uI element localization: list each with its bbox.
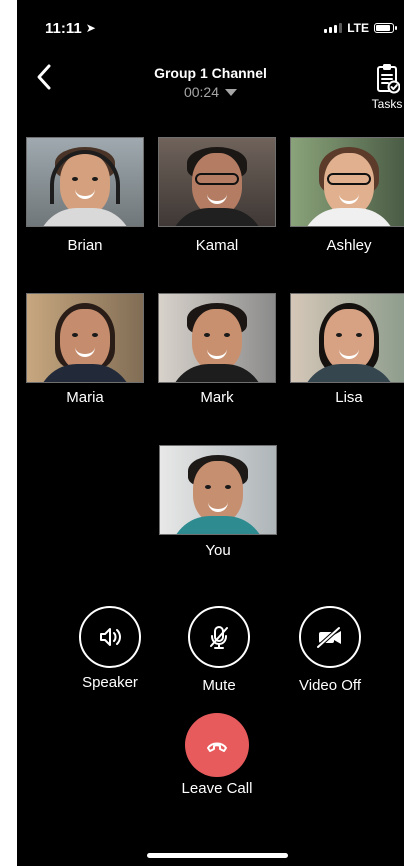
participant-tile-mark[interactable] bbox=[158, 293, 276, 383]
microphone-off-icon bbox=[210, 626, 228, 649]
participant-tile-ashley[interactable] bbox=[290, 137, 404, 227]
speaker-icon bbox=[100, 628, 121, 646]
participant-tile-kamal[interactable] bbox=[158, 137, 276, 227]
participant-name: Mark bbox=[200, 389, 234, 406]
mute-button[interactable] bbox=[188, 606, 250, 668]
participant-name: Ashley bbox=[326, 237, 372, 254]
chevron-down-icon bbox=[225, 89, 238, 96]
participant-tile-maria[interactable] bbox=[26, 293, 144, 383]
participant-tile-lisa[interactable] bbox=[290, 293, 404, 383]
battery-icon bbox=[374, 23, 397, 33]
participant-name: Maria bbox=[66, 389, 104, 406]
call-screen: 11:11➤ LTE Group 1 Channel 00:24 Tasks bbox=[17, 0, 404, 866]
participant-name: You bbox=[205, 542, 231, 559]
status-indicators: LTE bbox=[324, 21, 397, 35]
clipboard-check-icon bbox=[377, 64, 400, 94]
leave-call-label: Leave Call bbox=[181, 780, 253, 797]
participant-name: Lisa bbox=[335, 389, 363, 406]
cellular-signal-icon bbox=[324, 23, 343, 33]
self-video-tile[interactable] bbox=[159, 445, 277, 535]
speaker-label: Speaker bbox=[82, 674, 138, 691]
video-off-icon bbox=[316, 626, 341, 649]
video-off-label: Video Off bbox=[299, 677, 361, 694]
hang-up-icon bbox=[207, 742, 227, 752]
speaker-button[interactable] bbox=[79, 606, 141, 668]
network-type: LTE bbox=[347, 21, 369, 35]
call-duration: 00:24 bbox=[183, 84, 220, 100]
tasks-label: Tasks bbox=[371, 97, 403, 111]
call-timer[interactable]: 00:24 bbox=[17, 84, 404, 100]
mute-label: Mute bbox=[202, 677, 236, 694]
location-arrow-icon: ➤ bbox=[85, 21, 96, 35]
leave-call-button[interactable] bbox=[185, 713, 249, 777]
channel-title: Group 1 Channel bbox=[154, 65, 267, 81]
participant-name: Kamal bbox=[195, 237, 239, 254]
video-off-button[interactable] bbox=[299, 606, 361, 668]
status-time: 11:11 ➤ bbox=[45, 20, 96, 37]
participant-name: Brian bbox=[67, 237, 103, 254]
participant-tile-brian[interactable] bbox=[26, 137, 144, 227]
home-indicator[interactable] bbox=[147, 853, 288, 858]
tasks-button[interactable]: Tasks bbox=[369, 61, 404, 115]
